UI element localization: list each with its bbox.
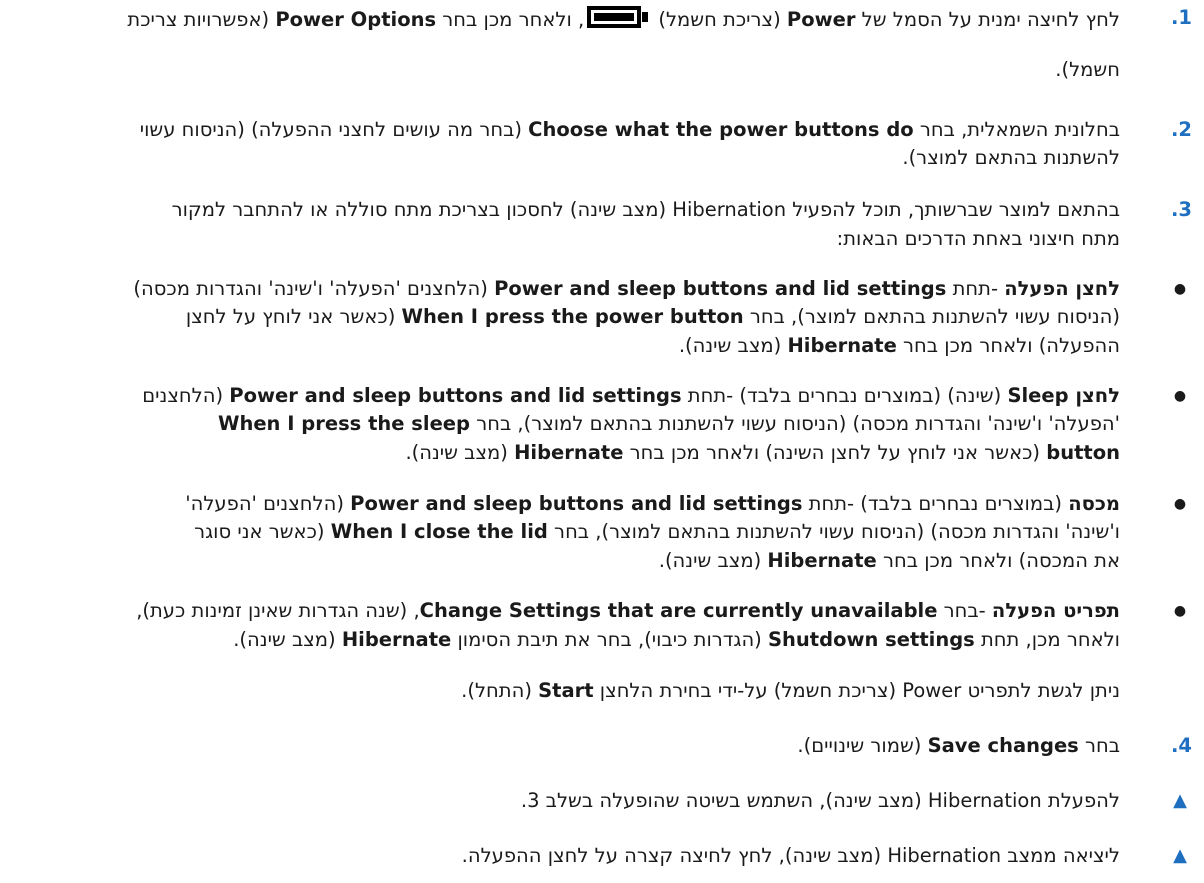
step-number: 4.: [1171, 734, 1192, 757]
bullet-4-line-1: תפריט הפעלה -בחר Change Settings that ar…: [136, 599, 1120, 622]
step-number: 1.: [1171, 6, 1192, 29]
bullet-4-line-2: ולאחר מכן, תחת Shutdown settings (הגדרות…: [233, 628, 1120, 651]
bullet-3-line-2: ו'שינה' והגדרות מכסה) (הניסוח עשוי להשתנ…: [194, 520, 1120, 543]
bullet-3-line-3: את המכסה) ולאחר מכן בחר Hibernate (מצב ש…: [658, 549, 1120, 572]
bullet-dot-icon: ●: [1173, 496, 1187, 512]
bullet-2-line-3: button (כאשר אני לוחץ על לחצן השינה) ולא…: [405, 441, 1120, 464]
hibernation-exit-note: ליציאה ממצב Hibernation (מצב שינה), לחץ …: [461, 844, 1120, 867]
step-1-line-1: לחץ לחיצה ימנית על הסמל של Power (צריכת …: [0, 5, 1120, 36]
power-menu-note: ניתן לגשת לתפריט Power (צריכת חשמל) על-י…: [461, 679, 1120, 702]
note-triangle-icon: ▲: [1173, 790, 1187, 811]
bullet-2-line-2: 'הפעלה' ו'שינה' והגדרות מכסה) (הניסוח עש…: [217, 412, 1120, 435]
step-4-line-1: בחר Save changes (שמור שינויים).: [797, 734, 1120, 757]
bullet-1-line-1: לחצן הפעלה -תחת Power and sleep buttons …: [133, 277, 1120, 300]
document-page: 1. לחץ לחיצה ימנית על הסמל של Power (צרי…: [0, 0, 1204, 883]
bullet-dot-icon: ●: [1173, 281, 1187, 297]
bullet-3-line-1: מכסה (במוצרים נבחרים בלבד) -תחת Power an…: [185, 492, 1120, 515]
note-triangle-icon: ▲: [1173, 845, 1187, 866]
bullet-dot-icon: ●: [1173, 603, 1187, 619]
step-2-line-1: בחלונית השמאלית, בחר Choose what the pow…: [139, 118, 1120, 141]
step-1-line-2: חשמל).: [1055, 58, 1120, 81]
bullet-dot-icon: ●: [1173, 388, 1187, 404]
hibernation-enable-note: להפעלת Hibernation (מצב שינה), השתמש בשי…: [520, 789, 1120, 812]
step-3-line-2: מתח חיצוני באחת הדרכים הבאות:: [836, 227, 1120, 250]
bullet-1-line-2: (הניסוח עשוי להשתנות בהתאם למוצר), בחר W…: [185, 305, 1120, 328]
step-3-line-1: בהתאם למוצר שברשותך, תוכל להפעיל Hiberna…: [171, 198, 1120, 221]
step-2-line-2: להשתנות בהתאם למוצר).: [902, 146, 1120, 169]
bullet-1-line-3: ההפעלה) ולאחר מכן בחר Hibernate (מצב שינ…: [678, 334, 1120, 357]
bullet-2-line-1: לחצן Sleep (שינה) (במוצרים נבחרים בלבד) …: [142, 384, 1120, 407]
step-number: 2.: [1171, 118, 1192, 141]
battery-icon: [586, 5, 650, 36]
step-number: 3.: [1171, 198, 1192, 221]
